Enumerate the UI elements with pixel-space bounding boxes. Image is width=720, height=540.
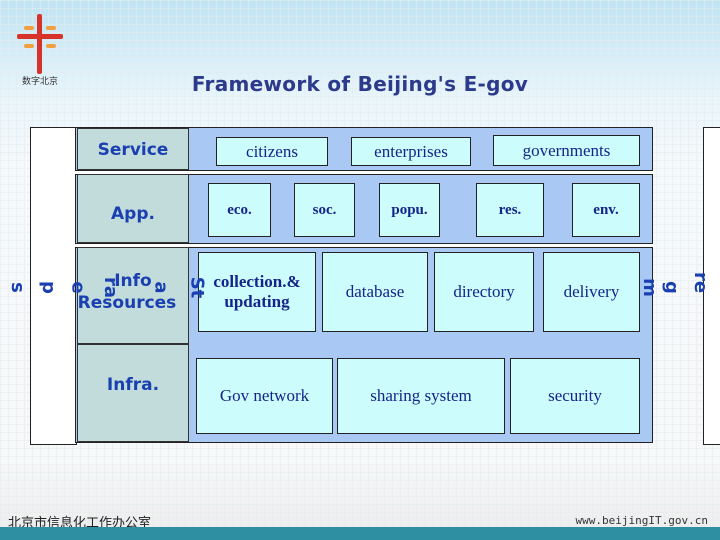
app-res: res. — [476, 183, 544, 237]
app-eco: eco. — [208, 183, 271, 237]
vertical-text-fragment: s — [6, 282, 28, 293]
infra-sharing-system: sharing system — [337, 358, 505, 434]
info-database: database — [322, 252, 428, 332]
vertical-text-fragment: re — [690, 271, 712, 294]
service-governments: governments — [493, 135, 640, 166]
vertical-text-fragment: a — [150, 281, 172, 294]
page-title: Framework of Beijing's E-gov — [191, 72, 529, 96]
service-enterprises: enterprises — [351, 137, 471, 166]
app-soc: soc. — [294, 183, 355, 237]
infra-security: security — [510, 358, 640, 434]
vertical-text-fragment: g — [660, 281, 682, 294]
info-directory: directory — [434, 252, 534, 332]
vertical-text-fragment: ra — [100, 276, 122, 299]
footer-url[interactable]: www.beijingIT.gov.cn — [576, 514, 708, 527]
info-delivery: delivery — [543, 252, 640, 332]
app-popu: popu. — [379, 183, 440, 237]
footer-bar — [0, 527, 720, 540]
vertical-text-fragment: m — [638, 278, 660, 297]
slide: 数字北京 Framework of Beijing's E-gov Servic… — [0, 0, 720, 540]
info-collection-updating: collection.& updating — [198, 252, 316, 332]
service-citizens: citizens — [216, 137, 328, 166]
vertical-text-fragment: e — [67, 281, 89, 294]
app-env: env. — [572, 183, 640, 237]
vertical-text-fragment: St — [186, 276, 208, 299]
label-service: Service — [77, 128, 189, 170]
vertical-text-fragment: p — [37, 281, 59, 294]
label-info-resources: Info Resources — [77, 247, 189, 344]
label-info-line2: Resources — [77, 293, 177, 313]
label-infra: Infra. — [77, 344, 189, 442]
infra-gov-network: Gov network — [196, 358, 333, 434]
label-app: App. — [77, 174, 189, 243]
